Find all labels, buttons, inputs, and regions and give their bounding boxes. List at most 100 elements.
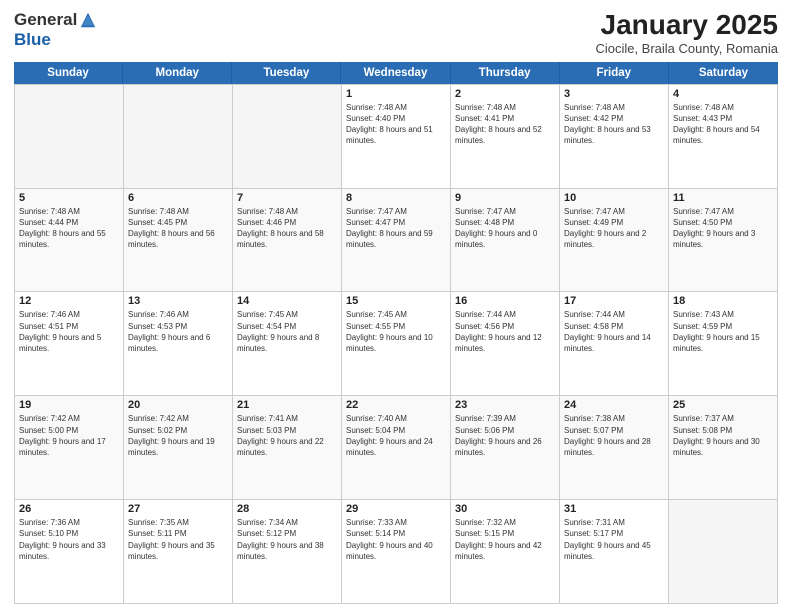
day-info: Sunrise: 7:37 AMSunset: 5:08 PMDaylight:… xyxy=(673,413,773,458)
day-number: 21 xyxy=(237,399,337,411)
calendar-day-14: 14Sunrise: 7:45 AMSunset: 4:54 PMDayligh… xyxy=(233,292,342,396)
calendar-day-10: 10 Sunrise: 7:47 AMSunset: 4:49 PMDayligh… xyxy=(560,189,669,293)
day-info: Sunrise: 7:39 AMSunset: 5:06 PMDaylight:… xyxy=(455,413,555,458)
day-number: 23 xyxy=(455,399,555,411)
day-number: 5 xyxy=(19,192,119,204)
calendar-day-20: 20 Sunrise: 7:42 AMSunset: 5:02 PMDayligh… xyxy=(124,396,233,500)
calendar: SundayMondayTuesdayWednesdayThursdayFrid… xyxy=(14,62,778,604)
calendar-day-21: 21 Sunrise: 7:41 AMSunset: 5:03 PMDayligh… xyxy=(233,396,342,500)
calendar-day-16: 16 Sunrise: 7:44 AMSunset: 4:56 PMDayligh… xyxy=(451,292,560,396)
day-info: Sunrise: 7:31 AMSunset: 5:17 PMDaylight:… xyxy=(564,517,664,562)
day-number: 8 xyxy=(346,192,446,204)
calendar-day-2: 2 Sunrise: 7:48 AMSunset: 4:41 PMDaylight… xyxy=(451,85,560,189)
subtitle: Ciocile, Braila County, Romania xyxy=(595,41,778,56)
day-number: 28 xyxy=(237,503,337,515)
title-block: January 2025 Ciocile, Braila County, Rom… xyxy=(595,10,778,56)
calendar-body: 1 Sunrise: 7:48 AMSunset: 4:40 PMDaylight… xyxy=(14,84,778,604)
day-info: Sunrise: 7:38 AMSunset: 5:07 PMDaylight:… xyxy=(564,413,664,458)
calendar-day-30: 30Sunrise: 7:32 AMSunset: 5:15 PMDayligh… xyxy=(451,500,560,604)
calendar-day-19: 19 Sunrise: 7:42 AMSunset: 5:00 PMDayligh… xyxy=(15,396,124,500)
calendar-day-23: 23 Sunrise: 7:39 AMSunset: 5:06 PMDayligh… xyxy=(451,396,560,500)
calendar-day-15: 15 Sunrise: 7:45 AMSunset: 4:55 PMDayligh… xyxy=(342,292,451,396)
calendar-day-8: 8 Sunrise: 7:47 AMSunset: 4:47 PMDaylight… xyxy=(342,189,451,293)
day-info: Sunrise: 7:48 AMSunset: 4:46 PMDaylight:… xyxy=(237,206,337,251)
day-header-monday: Monday xyxy=(123,62,232,84)
empty-cell xyxy=(233,85,342,189)
day-info: Sunrise: 7:44 AMSunset: 4:56 PMDaylight:… xyxy=(455,309,555,354)
day-number: 13 xyxy=(128,295,228,307)
day-number: 3 xyxy=(564,88,664,100)
day-number: 10 xyxy=(564,192,664,204)
logo-icon xyxy=(79,11,97,29)
calendar-day-31: 31 Sunrise: 7:31 AMSunset: 5:17 PMDayligh… xyxy=(560,500,669,604)
day-number: 6 xyxy=(128,192,228,204)
day-info: Sunrise: 7:47 AMSunset: 4:48 PMDaylight:… xyxy=(455,206,555,251)
day-number: 7 xyxy=(237,192,337,204)
day-number: 29 xyxy=(346,503,446,515)
day-number: 20 xyxy=(128,399,228,411)
calendar-day-7: 7 Sunrise: 7:48 AMSunset: 4:46 PMDaylight… xyxy=(233,189,342,293)
logo: General Blue xyxy=(14,10,97,50)
calendar-day-28: 28 Sunrise: 7:34 AMSunset: 5:12 PMDayligh… xyxy=(233,500,342,604)
day-number: 4 xyxy=(673,88,773,100)
day-number: 15 xyxy=(346,295,446,307)
day-info: Sunrise: 7:44 AMSunset: 4:58 PMDaylight:… xyxy=(564,309,664,354)
day-number: 11 xyxy=(673,192,773,204)
day-number: 22 xyxy=(346,399,446,411)
day-info: Sunrise: 7:35 AMSunset: 5:11 PMDaylight:… xyxy=(128,517,228,562)
day-header-wednesday: Wednesday xyxy=(341,62,450,84)
calendar-header: SundayMondayTuesdayWednesdayThursdayFrid… xyxy=(14,62,778,84)
calendar-day-1: 1 Sunrise: 7:48 AMSunset: 4:40 PMDaylight… xyxy=(342,85,451,189)
day-info: Sunrise: 7:33 AMSunset: 5:14 PMDaylight:… xyxy=(346,517,446,562)
day-number: 1 xyxy=(346,88,446,100)
day-number: 18 xyxy=(673,295,773,307)
day-number: 27 xyxy=(128,503,228,515)
page: General Blue January 2025 Ciocile, Brail… xyxy=(0,0,792,612)
calendar-day-13: 13Sunrise: 7:46 AMSunset: 4:53 PMDayligh… xyxy=(124,292,233,396)
day-info: Sunrise: 7:46 AMSunset: 4:51 PMDaylight:… xyxy=(19,309,119,354)
day-info: Sunrise: 7:47 AMSunset: 4:49 PMDaylight:… xyxy=(564,206,664,251)
header: General Blue January 2025 Ciocile, Brail… xyxy=(14,10,778,56)
calendar-day-3: 3 Sunrise: 7:48 AMSunset: 4:42 PMDaylight… xyxy=(560,85,669,189)
calendar-day-11: 11Sunrise: 7:47 AMSunset: 4:50 PMDayligh… xyxy=(669,189,778,293)
day-number: 26 xyxy=(19,503,119,515)
day-number: 2 xyxy=(455,88,555,100)
day-number: 17 xyxy=(564,295,664,307)
day-header-thursday: Thursday xyxy=(451,62,560,84)
month-title: January 2025 xyxy=(595,10,778,41)
day-info: Sunrise: 7:47 AMSunset: 4:47 PMDaylight:… xyxy=(346,206,446,251)
calendar-day-4: 4 Sunrise: 7:48 AMSunset: 4:43 PMDaylight… xyxy=(669,85,778,189)
day-info: Sunrise: 7:45 AMSunset: 4:55 PMDaylight:… xyxy=(346,309,446,354)
logo-blue-text: Blue xyxy=(14,30,51,50)
day-number: 12 xyxy=(19,295,119,307)
day-header-saturday: Saturday xyxy=(669,62,778,84)
day-number: 30 xyxy=(455,503,555,515)
calendar-day-18: 18Sunrise: 7:43 AMSunset: 4:59 PMDayligh… xyxy=(669,292,778,396)
day-info: Sunrise: 7:41 AMSunset: 5:03 PMDaylight:… xyxy=(237,413,337,458)
empty-cell xyxy=(669,500,778,604)
day-info: Sunrise: 7:36 AMSunset: 5:10 PMDaylight:… xyxy=(19,517,119,562)
day-info: Sunrise: 7:42 AMSunset: 5:00 PMDaylight:… xyxy=(19,413,119,458)
day-header-friday: Friday xyxy=(560,62,669,84)
day-info: Sunrise: 7:34 AMSunset: 5:12 PMDaylight:… xyxy=(237,517,337,562)
day-info: Sunrise: 7:48 AMSunset: 4:43 PMDaylight:… xyxy=(673,102,773,147)
day-number: 19 xyxy=(19,399,119,411)
calendar-day-5: 5 Sunrise: 7:48 AMSunset: 4:44 PMDaylight… xyxy=(15,189,124,293)
day-info: Sunrise: 7:48 AMSunset: 4:44 PMDaylight:… xyxy=(19,206,119,251)
calendar-day-25: 25 Sunrise: 7:37 AMSunset: 5:08 PMDayligh… xyxy=(669,396,778,500)
day-number: 16 xyxy=(455,295,555,307)
day-number: 14 xyxy=(237,295,337,307)
calendar-day-26: 26 Sunrise: 7:36 AMSunset: 5:10 PMDayligh… xyxy=(15,500,124,604)
day-header-tuesday: Tuesday xyxy=(232,62,341,84)
day-info: Sunrise: 7:42 AMSunset: 5:02 PMDaylight:… xyxy=(128,413,228,458)
day-header-sunday: Sunday xyxy=(14,62,123,84)
day-info: Sunrise: 7:48 AMSunset: 4:42 PMDaylight:… xyxy=(564,102,664,147)
day-info: Sunrise: 7:48 AMSunset: 4:45 PMDaylight:… xyxy=(128,206,228,251)
day-info: Sunrise: 7:48 AMSunset: 4:41 PMDaylight:… xyxy=(455,102,555,147)
day-number: 31 xyxy=(564,503,664,515)
calendar-day-9: 9Sunrise: 7:47 AMSunset: 4:48 PMDaylight… xyxy=(451,189,560,293)
calendar-day-6: 6 Sunrise: 7:48 AMSunset: 4:45 PMDaylight… xyxy=(124,189,233,293)
day-info: Sunrise: 7:48 AMSunset: 4:40 PMDaylight:… xyxy=(346,102,446,147)
day-info: Sunrise: 7:40 AMSunset: 5:04 PMDaylight:… xyxy=(346,413,446,458)
day-number: 25 xyxy=(673,399,773,411)
